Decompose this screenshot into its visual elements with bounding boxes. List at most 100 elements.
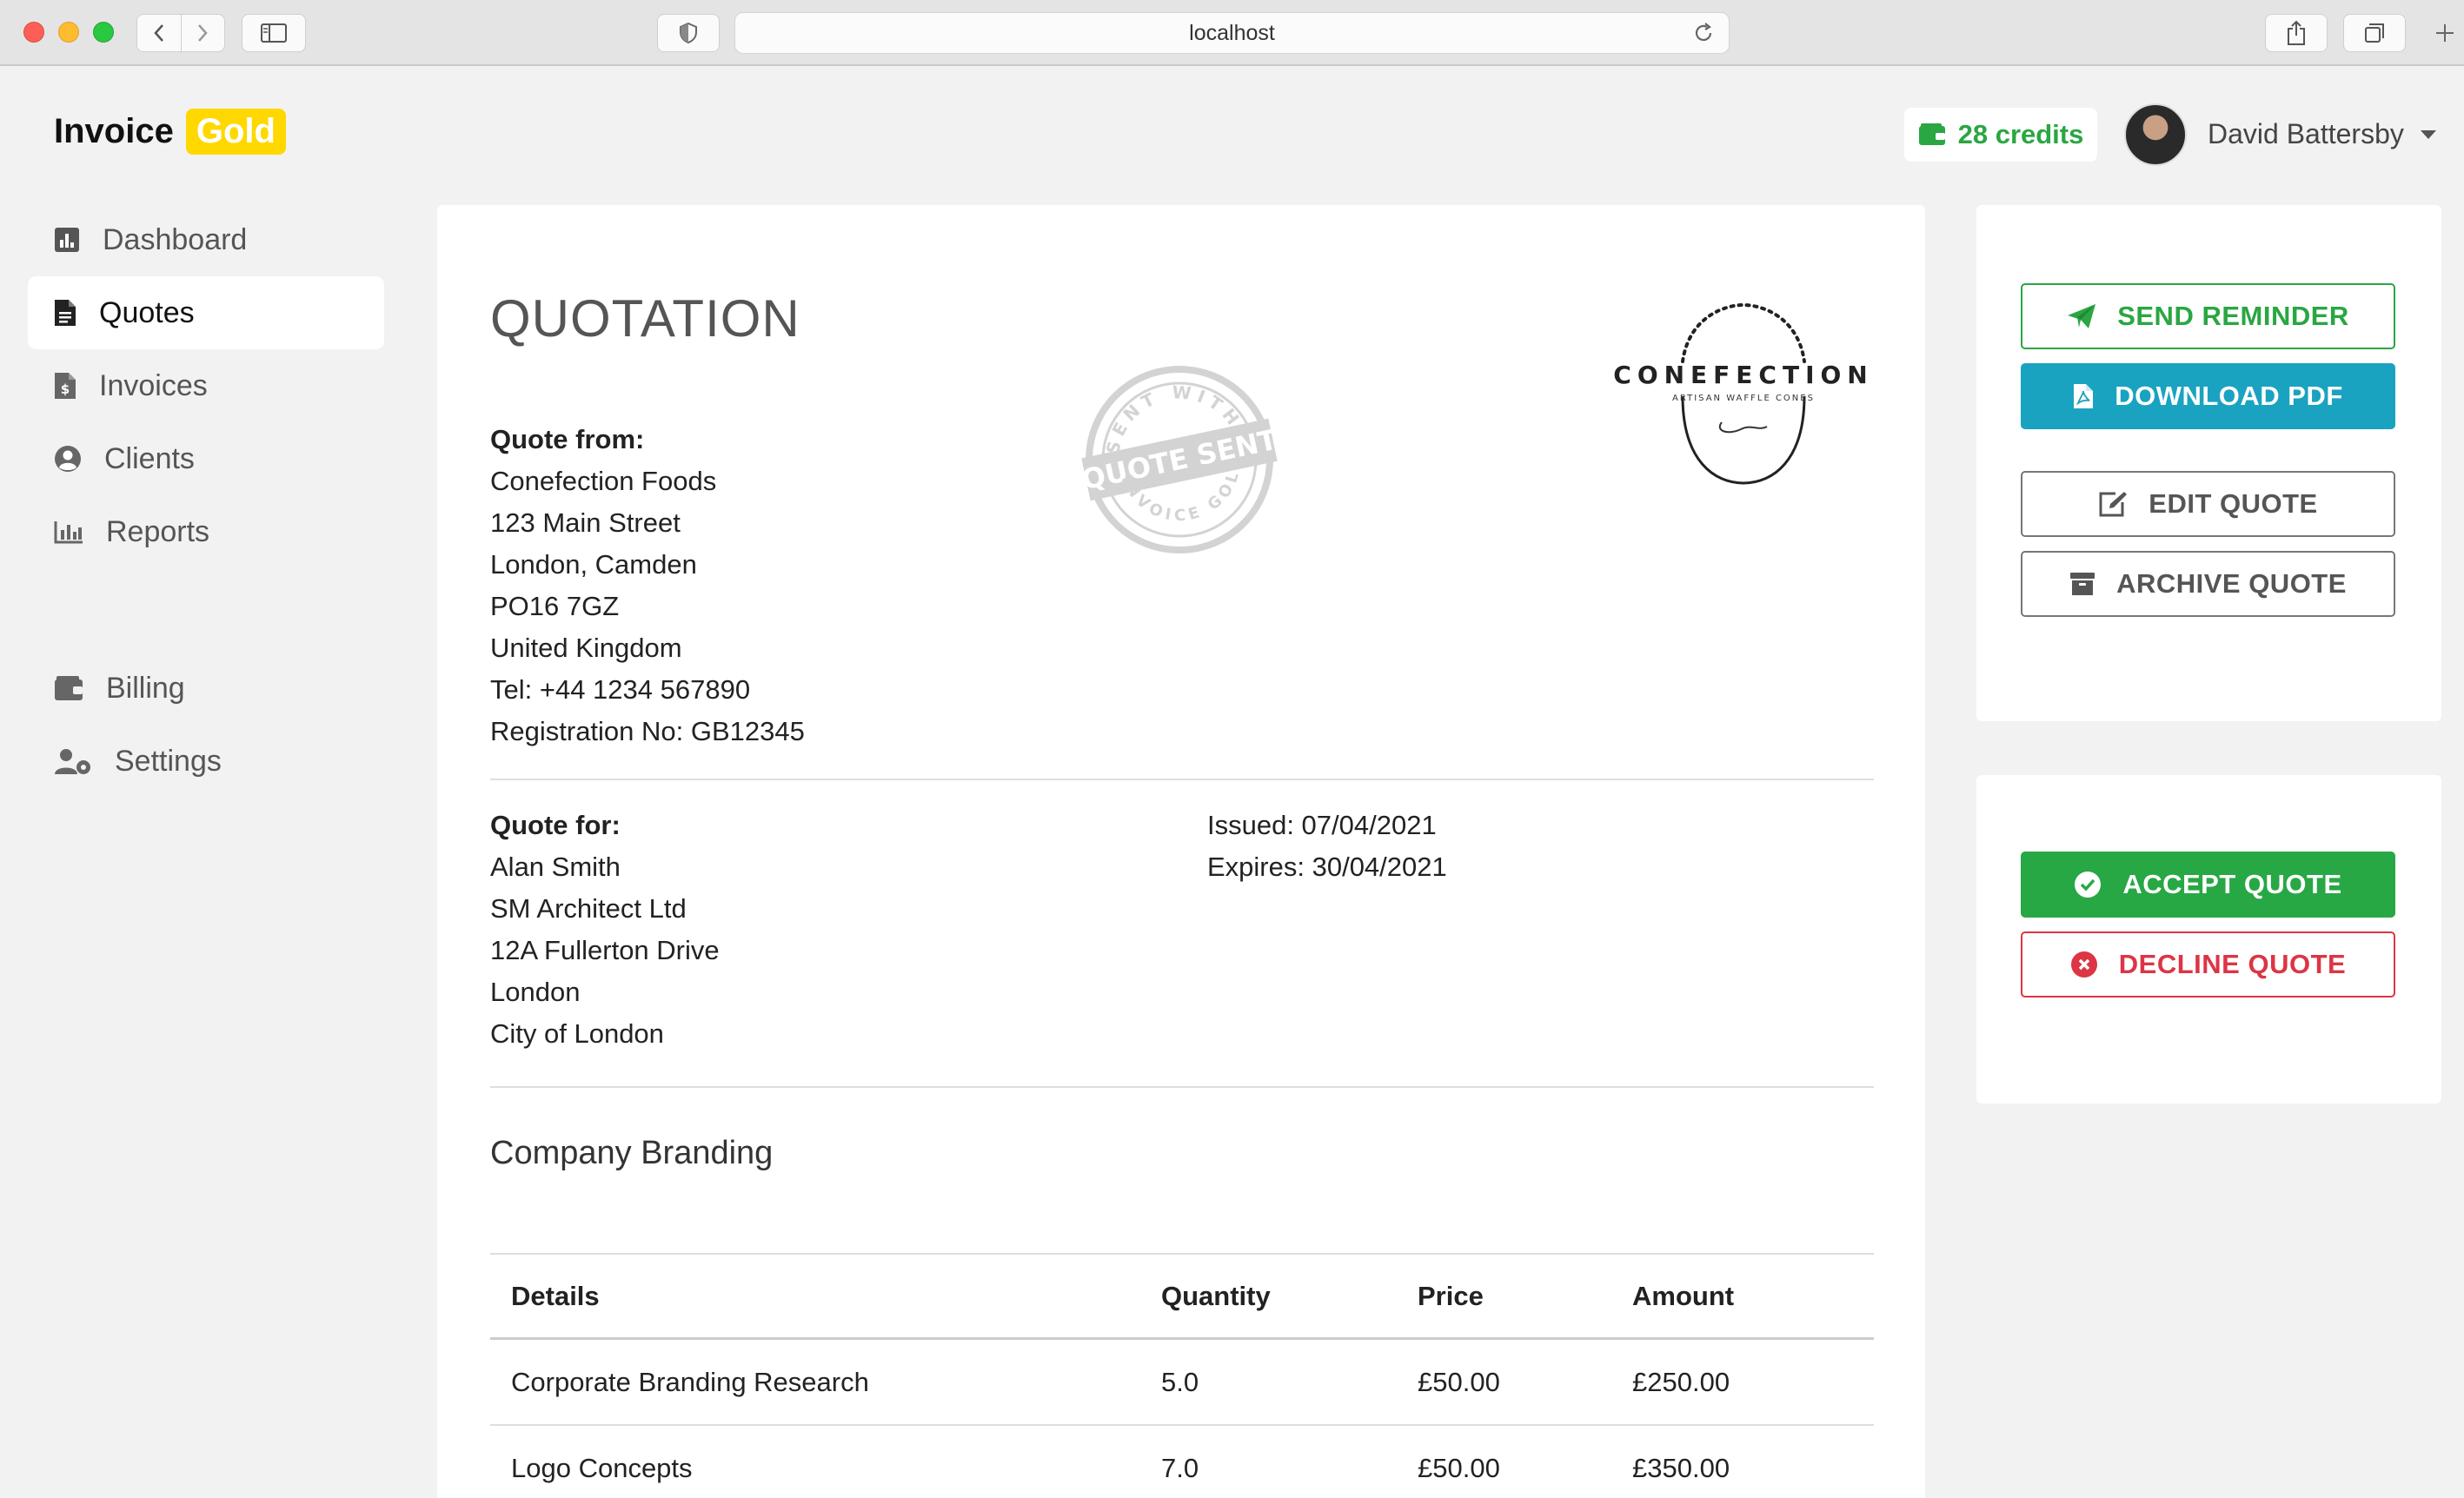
quote-from-line: 123 Main Street [490, 507, 681, 538]
archive-quote-button[interactable]: ARCHIVE QUOTE [2021, 551, 2395, 617]
column-header-quantity: Quantity [1161, 1280, 1271, 1311]
sidebar-item-reports[interactable]: Reports [28, 495, 384, 568]
credits-badge[interactable]: 28 credits [1904, 108, 2097, 162]
cell-details: Logo Concepts [511, 1452, 693, 1483]
reload-icon[interactable] [1692, 22, 1715, 44]
sidebar-item-label: Reports [106, 514, 210, 548]
sidebar-toggle-button[interactable] [242, 14, 306, 52]
wallet-icon [55, 676, 83, 700]
cell-amount: £350.00 [1632, 1452, 1730, 1483]
quote-from-line: Conefection Foods [490, 466, 717, 496]
chevron-down-icon[interactable] [2421, 130, 2436, 139]
avatar[interactable] [2124, 103, 2187, 166]
quote-for-line: City of London [490, 1018, 664, 1049]
share-icon [2288, 20, 2305, 45]
quote-for-label: Quote for: [490, 810, 621, 840]
quote-dates: Issued: 07/04/2021 Expires: 30/04/2021 [1207, 805, 1447, 888]
url-text: localhost [1189, 20, 1275, 45]
sidebar-item-clients[interactable]: Clients [28, 422, 384, 495]
new-tab-button[interactable] [2425, 14, 2464, 52]
decline-quote-button[interactable]: DECLINE QUOTE [2021, 931, 2395, 998]
chevron-right-icon [198, 24, 208, 42]
edit-icon [2099, 492, 2128, 517]
minimize-window-button[interactable] [58, 22, 79, 43]
quote-from-line: Registration No: GB12345 [490, 716, 805, 746]
quote-for-line: Alan Smith [490, 852, 621, 882]
tab-overview-button[interactable] [2343, 14, 2406, 52]
app-logo[interactable]: Invoice Gold [54, 109, 286, 155]
download-pdf-label: DOWNLOAD PDF [2115, 381, 2343, 411]
table-row: Logo Concepts 7.0 £50.00 £350.00 [490, 1426, 1874, 1498]
sidebar-item-dashboard[interactable]: Dashboard [28, 203, 384, 276]
cell-price: £50.00 [1418, 1366, 1500, 1397]
quote-for-line: London [490, 977, 581, 1007]
accept-quote-button[interactable]: ACCEPT QUOTE [2021, 852, 2395, 918]
cell-quantity: 7.0 [1161, 1452, 1199, 1483]
sidebar-item-settings[interactable]: Settings [28, 725, 384, 798]
quote-actions-panel: SEND REMINDER DOWNLOAD PDF EDIT QUOTE AR… [1976, 205, 2441, 721]
invoice-icon: $ [55, 373, 76, 399]
svg-text:$: $ [61, 381, 70, 397]
share-button[interactable] [2265, 14, 2328, 52]
bar-chart-icon [54, 521, 83, 544]
user-name[interactable]: David Battersby [2208, 118, 2404, 150]
document-title: QUOTATION [490, 289, 800, 348]
document-icon [55, 300, 76, 326]
sidebar-item-quotes[interactable]: Quotes [28, 276, 384, 349]
sidebar-item-label: Settings [115, 744, 222, 778]
line-items-table: Details Quantity Price Amount Corporate … [490, 1253, 1874, 1498]
sidebar-item-billing[interactable]: Billing [28, 652, 384, 725]
edit-quote-button[interactable]: EDIT QUOTE [2021, 471, 2395, 537]
times-circle-icon [2070, 951, 2097, 978]
history-nav [136, 14, 225, 52]
quote-from-block: Quote from: Conefection Foods 123 Main S… [490, 419, 805, 752]
forward-button[interactable] [180, 15, 225, 51]
zoom-window-button[interactable] [93, 22, 114, 43]
edit-quote-label: EDIT QUOTE [2149, 488, 2318, 519]
chart-square-icon [55, 228, 79, 252]
close-window-button[interactable] [23, 22, 44, 43]
quote-document: QUOTATION SENT WITH QUOTE SENT INVOICE G… [437, 205, 1925, 1498]
quote-from-label: Quote from: [490, 424, 645, 454]
logo-text: Invoice [54, 112, 174, 150]
sidebar-item-label: Invoices [99, 368, 208, 402]
cell-amount: £250.00 [1632, 1366, 1730, 1397]
tabs-icon [2365, 23, 2384, 43]
privacy-report-button[interactable] [657, 14, 720, 52]
quote-for-line: SM Architect Ltd [490, 893, 687, 924]
send-reminder-label: SEND REMINDER [2117, 301, 2349, 331]
table-row: Corporate Branding Research 5.0 £50.00 £… [490, 1340, 1874, 1426]
address-bar[interactable]: localhost [734, 12, 1730, 54]
plus-icon [2435, 24, 2454, 42]
archive-quote-label: ARCHIVE QUOTE [2116, 568, 2347, 599]
issued-date: Issued: 07/04/2021 [1207, 810, 1437, 840]
quote-from-line: PO16 7GZ [490, 591, 620, 621]
logo-badge: Gold [185, 109, 286, 155]
decline-quote-label: DECLINE QUOTE [2118, 949, 2347, 979]
conefection-logo: CONEFECTION ARTISAN WAFFLE CONES [1613, 302, 1873, 485]
sidebar-item-label: Clients [104, 441, 195, 475]
sidebar-item-invoices[interactable]: $ Invoices [28, 349, 384, 422]
sidebar-item-label: Dashboard [103, 222, 248, 256]
sidebar: Dashboard Quotes $ Invoices Clients Repo… [28, 203, 384, 798]
download-pdf-button[interactable]: DOWNLOAD PDF [2021, 363, 2395, 429]
quote-for-line: 12A Fullerton Drive [490, 935, 720, 965]
paper-plane-icon [2068, 304, 2096, 328]
archive-icon [2070, 573, 2095, 595]
browser-toolbar: localhost [0, 0, 2464, 66]
back-button[interactable] [137, 15, 181, 51]
stamp-center-text: QUOTE SENT [1079, 423, 1280, 497]
chevron-left-icon [154, 24, 163, 42]
column-header-price: Price [1418, 1280, 1484, 1311]
quote-sent-stamp: SENT WITH QUOTE SENT INVOICE GOLD [1079, 366, 1280, 553]
wallet-icon [1918, 123, 1945, 145]
expires-date: Expires: 30/04/2021 [1207, 852, 1447, 882]
brand-name: CONEFECTION [1613, 361, 1873, 389]
shield-icon [680, 22, 697, 44]
credits-text: 28 credits [1957, 119, 2084, 149]
send-reminder-button[interactable]: SEND REMINDER [2021, 283, 2395, 349]
cell-quantity: 5.0 [1161, 1366, 1199, 1397]
quote-from-line: Tel: +44 1234 567890 [490, 674, 751, 705]
quote-from-line: London, Camden [490, 549, 697, 580]
